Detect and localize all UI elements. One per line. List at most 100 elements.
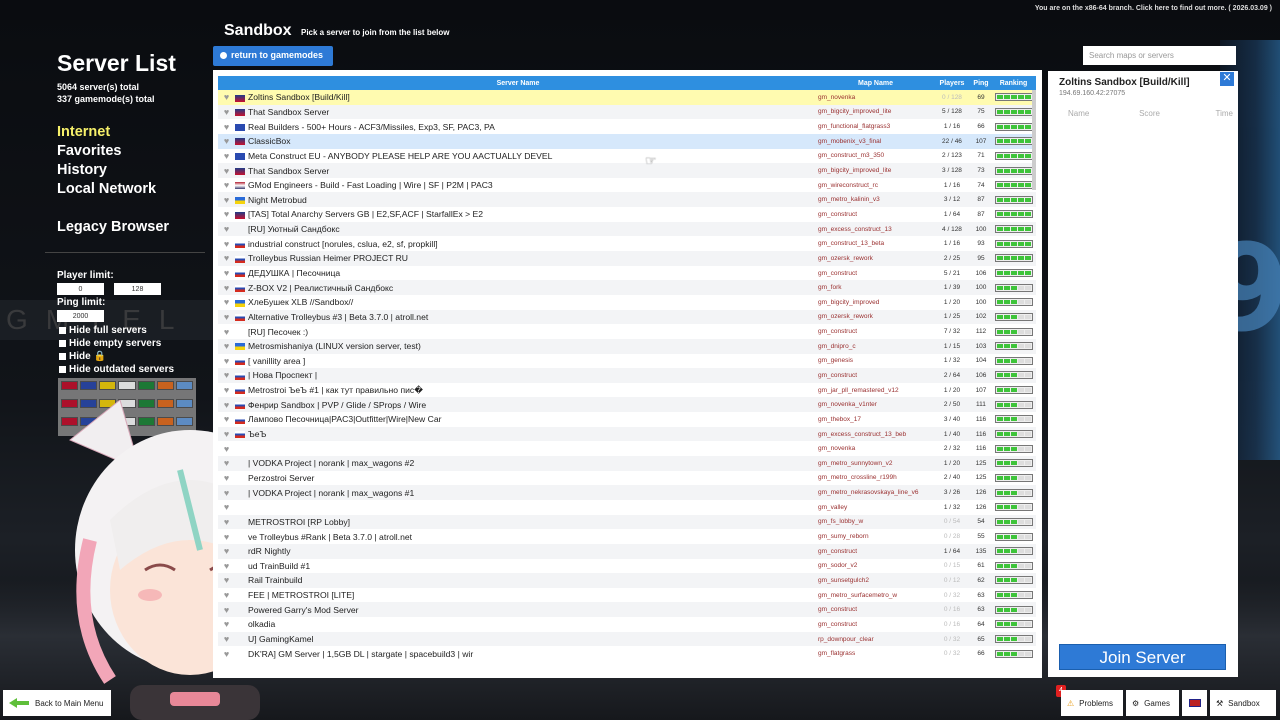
table-row[interactable]: ♥ Фенрир Sandbox | PVP / Glide / SProps /… xyxy=(218,397,1036,413)
flag-icon[interactable] xyxy=(61,381,79,390)
hide-locked-checkbox[interactable]: Hide 🔒 xyxy=(59,350,217,363)
favorite-heart-icon[interactable]: ♥ xyxy=(218,312,235,322)
join-server-button[interactable]: Join Server xyxy=(1059,644,1226,670)
back-to-main-menu-button[interactable]: Back to Main Menu xyxy=(3,690,111,716)
table-row[interactable]: ♥ [RU] Уютный Сандбокс gm_excess_construct… xyxy=(218,221,1036,237)
flag-icon[interactable] xyxy=(99,381,117,390)
table-row[interactable]: ♥ industrial construct [norules, cslua, e… xyxy=(218,236,1036,252)
hide-outdated-checkbox[interactable]: Hide outdated servers xyxy=(59,363,217,376)
favorite-heart-icon[interactable]: ♥ xyxy=(218,488,235,498)
table-row[interactable]: ♥ DK'RA] GM Server | 1,5GB DL | stargate … xyxy=(218,646,1036,661)
favorite-heart-icon[interactable]: ♥ xyxy=(218,649,235,659)
favorite-heart-icon[interactable]: ♥ xyxy=(218,575,235,585)
favorite-heart-icon[interactable]: ♥ xyxy=(218,136,235,146)
table-row[interactable]: ♥ Powered Garry's Mod Server gm_construct 0… xyxy=(218,602,1036,618)
table-row[interactable]: ♥ Metrostroi ЪеЪ #1 | как тут правильно п… xyxy=(218,382,1036,398)
gamemode-button[interactable]: ⚒ Sandbox xyxy=(1210,690,1276,716)
favorite-heart-icon[interactable]: ♥ xyxy=(218,195,235,205)
nav-legacy-browser[interactable]: Legacy Browser xyxy=(57,219,217,235)
branch-notice-link[interactable]: You are on the x86-64 branch. Click here… xyxy=(1035,5,1272,12)
table-row[interactable]: ♥ That Sandbox Server gm_bigcity_improved_… xyxy=(218,104,1036,120)
favorite-heart-icon[interactable]: ♥ xyxy=(218,473,235,483)
table-row[interactable]: ♥ Z-BOX V2 | Реалистичный Сандбокс gm_fork… xyxy=(218,280,1036,295)
favorite-heart-icon[interactable]: ♥ xyxy=(218,122,235,132)
language-button[interactable] xyxy=(1182,690,1207,716)
col-server-name[interactable]: Server Name xyxy=(218,80,818,87)
col-ping[interactable]: Ping xyxy=(971,80,991,87)
flag-icon[interactable] xyxy=(156,381,174,390)
favorite-heart-icon[interactable]: ♥ xyxy=(218,239,235,249)
table-row[interactable]: ♥ gm_novenka 2 / 32 116 xyxy=(218,441,1036,457)
favorite-heart-icon[interactable]: ♥ xyxy=(218,107,235,117)
table-row[interactable]: ♥ ДЕДУШКА | Песочница gm_construct 5 / 21 10… xyxy=(218,265,1036,281)
flag-icon[interactable] xyxy=(118,381,136,390)
table-row[interactable]: ♥ | VODKA Project | norank | max_wagons #… xyxy=(218,456,1036,471)
table-row[interactable]: ♥ ЪеЪ gm_excess_construct_13_beb 1 / 40 116 xyxy=(218,426,1036,442)
favorite-heart-icon[interactable]: ♥ xyxy=(218,283,235,293)
table-row[interactable]: ♥ METROSTROI [RP Lobby] gm_fs_lobby_w 0 / 5… xyxy=(218,514,1036,530)
table-row[interactable]: ♥ Лампово Песочница|PAC3|Outfitter|Wire|N… xyxy=(218,412,1036,427)
table-row[interactable]: ♥ ClassicBox gm_mobenix_v3_final 22 / 46 107 xyxy=(218,133,1036,149)
favorite-heart-icon[interactable]: ♥ xyxy=(218,561,235,571)
table-row[interactable]: ♥ Trolleybus Russian Heimer PROJECT RU gm_… xyxy=(218,251,1036,266)
col-map-name[interactable]: Map Name xyxy=(818,80,933,87)
favorite-heart-icon[interactable]: ♥ xyxy=(218,532,235,542)
table-row[interactable]: ♥ olkadia gm_construct 0 / 16 64 xyxy=(218,617,1036,632)
favorite-heart-icon[interactable]: ♥ xyxy=(218,356,235,366)
flag-icon[interactable] xyxy=(175,381,193,390)
favorite-heart-icon[interactable]: ♥ xyxy=(218,385,235,395)
table-row[interactable]: ♥ GMod Engineers - Build - Fast Loading |… xyxy=(218,177,1036,193)
favorite-heart-icon[interactable]: ♥ xyxy=(218,444,235,454)
col-ranking[interactable]: Ranking xyxy=(991,80,1036,87)
flag-icon[interactable] xyxy=(80,381,98,390)
favorite-heart-icon[interactable]: ♥ xyxy=(218,224,235,234)
col-players[interactable]: Players xyxy=(933,80,971,87)
favorite-heart-icon[interactable]: ♥ xyxy=(218,253,235,263)
nav-favorites[interactable]: Favorites xyxy=(57,142,217,161)
favorite-heart-icon[interactable]: ♥ xyxy=(218,180,235,190)
close-icon[interactable]: ✕ xyxy=(1220,72,1234,86)
flag-icon[interactable] xyxy=(137,381,155,390)
hide-full-checkbox[interactable]: Hide full servers xyxy=(59,324,217,337)
favorite-heart-icon[interactable]: ♥ xyxy=(218,546,235,556)
problems-button[interactable]: ⚠ Problems xyxy=(1061,690,1123,716)
nav-local-network[interactable]: Local Network xyxy=(57,180,217,199)
favorite-heart-icon[interactable]: ♥ xyxy=(218,268,235,278)
favorite-heart-icon[interactable]: ♥ xyxy=(218,327,235,337)
favorite-heart-icon[interactable]: ♥ xyxy=(218,400,235,410)
favorite-heart-icon[interactable]: ♥ xyxy=(218,590,235,600)
table-row[interactable]: ♥ Meta Construct EU - ANYBODY PLEASE HELP… xyxy=(218,148,1036,164)
table-scrollbar[interactable] xyxy=(1032,90,1036,190)
hide-empty-checkbox[interactable]: Hide empty servers xyxy=(59,337,217,350)
table-row[interactable]: ♥ Real Builders - 500+ Hours - ACF3/Missi… xyxy=(218,119,1036,134)
table-row[interactable]: ♥ Alternative Trolleybus #3 | Beta 3.7.0 … xyxy=(218,309,1036,325)
table-row[interactable]: ♥ [ vanillity area ] gm_genesis 1 / 32 104 xyxy=(218,353,1036,369)
table-row[interactable]: ♥ FEE | METROSTROI [LITE] gm_metro_surface… xyxy=(218,587,1036,603)
table-row[interactable]: ♥ ХлеБушек XLB //Sandbox// gm_bigcity_impr… xyxy=(218,294,1036,310)
table-row[interactable]: ♥ ud TrainBuild #1 gm_sodor_v2 0 / 15 61 xyxy=(218,558,1036,574)
table-row[interactable]: ♥ U] GamingKamel rp_downpour_clear 0 / 32 65 xyxy=(218,631,1036,647)
favorite-heart-icon[interactable]: ♥ xyxy=(218,517,235,527)
player-max-input[interactable] xyxy=(114,283,161,295)
favorite-heart-icon[interactable]: ♥ xyxy=(218,166,235,176)
nav-history[interactable]: History xyxy=(57,161,217,180)
table-row[interactable]: ♥ That Sandbox Server gm_bigcity_improved_… xyxy=(218,163,1036,178)
table-row[interactable]: ♥ Perzostroi Server gm_metro_crossline_r19… xyxy=(218,470,1036,486)
table-row[interactable]: ♥ | VODKA Project | norank | max_wagons #… xyxy=(218,485,1036,500)
favorite-heart-icon[interactable]: ♥ xyxy=(218,458,235,468)
player-min-input[interactable] xyxy=(57,283,104,295)
ping-limit-input[interactable] xyxy=(57,310,104,322)
table-row[interactable]: ♥ [TAS] Total Anarchy Servers GB | E2,SF,… xyxy=(218,207,1036,222)
table-row[interactable]: ♥ ve Trolleybus #Rank | Beta 3.7.0 | atro… xyxy=(218,529,1036,544)
table-row[interactable]: ♥ Night Metrobud gm_metro_kalinin_v3 3 / 12… xyxy=(218,192,1036,208)
games-button[interactable]: ⚙ Games xyxy=(1126,690,1179,716)
favorite-heart-icon[interactable]: ♥ xyxy=(218,605,235,615)
favorite-heart-icon[interactable]: ♥ xyxy=(218,341,235,351)
return-to-gamemodes-button[interactable]: return to gamemodes xyxy=(213,46,333,66)
table-row[interactable]: ♥ Metrosmishaniya (LINUX version server, … xyxy=(218,338,1036,354)
table-row[interactable]: ♥ rdR Nightly gm_construct 1 / 64 135 xyxy=(218,543,1036,559)
table-row[interactable]: ♥ [RU] Песочек :) gm_construct 7 / 32 112 xyxy=(218,324,1036,339)
table-row[interactable]: ♥ Rail Trainbuild gm_sunsetgulch2 0 / 12 62 xyxy=(218,573,1036,588)
search-input[interactable]: Search maps or servers xyxy=(1083,46,1236,65)
favorite-heart-icon[interactable]: ♥ xyxy=(218,151,235,161)
